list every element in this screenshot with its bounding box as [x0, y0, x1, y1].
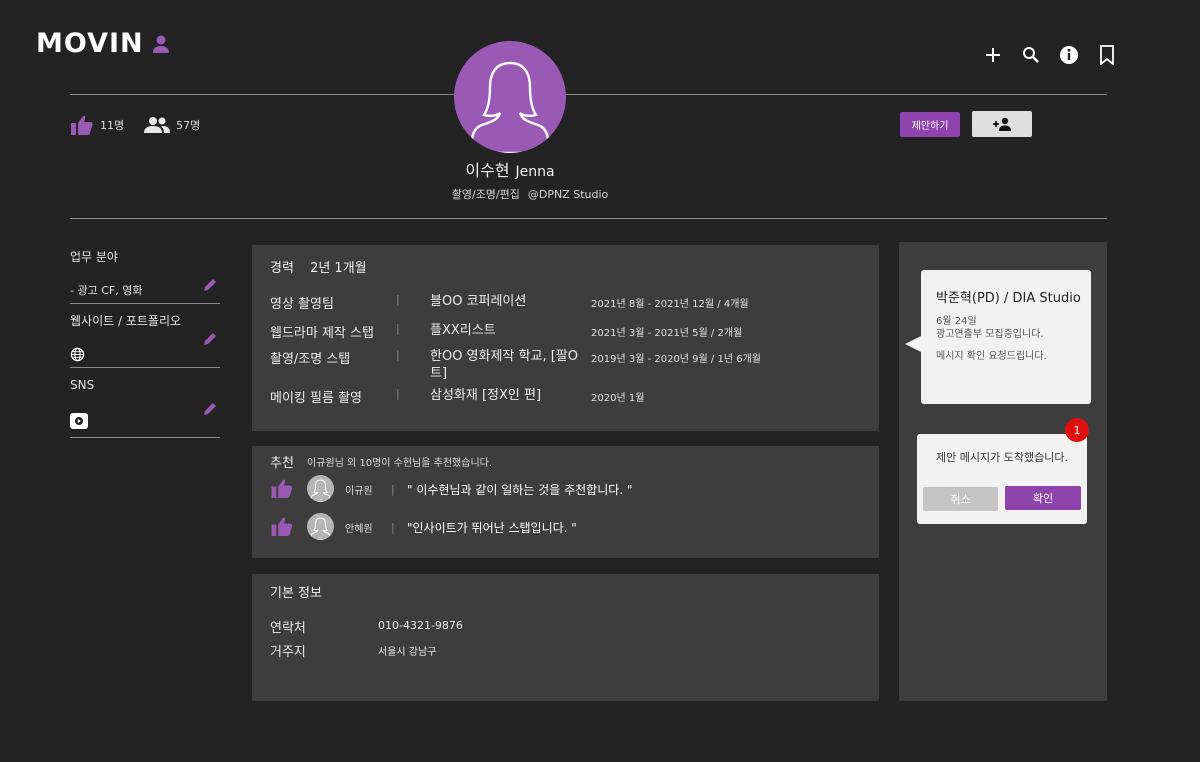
career-company: 한OO 영화제작 학교, [팔O트]	[430, 349, 578, 381]
thumbs-up-icon[interactable]	[270, 478, 294, 499]
profile-roles: 촬영/조명/편집	[451, 188, 520, 201]
work-field-row: - 광고 CF, 영화	[70, 277, 220, 304]
people-icon	[144, 117, 171, 133]
career-title: 경력 2년 1개월	[270, 257, 367, 276]
followers-stat[interactable]: 57명	[144, 116, 200, 134]
person-silhouette-icon	[470, 61, 550, 153]
pencil-icon[interactable]	[202, 331, 218, 347]
basic-info-panel: 기본 정보 연락처 010-4321-9876 거주지 서울시 강남구	[252, 574, 879, 701]
basic-info-title: 기본 정보	[270, 586, 322, 601]
divider	[70, 94, 1107, 95]
career-period: 2021년 8월 - 2021년 12월 / 4개월	[591, 299, 749, 310]
contact-row: 연락처 010-4321-9876	[270, 617, 463, 636]
avatar	[307, 475, 334, 502]
profile-avatar	[454, 41, 566, 153]
message-line: 광고연출부 모집중입니다.	[936, 329, 1044, 340]
career-period: 2021년 3월 - 2021년 5월 / 2개월	[591, 328, 743, 339]
person-silhouette-icon	[310, 479, 331, 502]
profile-stats: 11명 57명	[70, 114, 200, 136]
career-company: 삼성화재 [정X인 편]	[430, 388, 542, 403]
recommend-row: 안혜원 | "인사이트가 뛰어난 스탭입니다. "	[270, 513, 870, 541]
recommend-summary: 이규원님 외 10명이 수현님을 추천했습니다.	[307, 458, 493, 469]
website-row	[70, 333, 220, 368]
separator: |	[396, 348, 400, 361]
person-silhouette-icon	[310, 517, 331, 540]
thumbs-up-icon[interactable]	[270, 516, 294, 537]
recommender-name[interactable]: 안혜원	[345, 520, 373, 535]
recommend-panel: 추천 이규원님 외 10명이 수현님을 추천했습니다. 이규원 | " 이수현님…	[252, 446, 879, 558]
career-company: 플XX리스트	[430, 323, 496, 338]
globe-icon[interactable]	[70, 347, 85, 362]
career-total: 2년 1개월	[310, 261, 367, 276]
career-role: 웹드라마 제작 스탭	[270, 326, 374, 341]
profile-subtitle: 촬영/조명/편집 @DPNZ Studio	[380, 186, 680, 202]
avatar	[307, 513, 334, 540]
profile-studio: @DPNZ Studio	[527, 188, 609, 201]
recommend-title: 추천	[270, 456, 294, 471]
plus-icon[interactable]	[982, 44, 1004, 66]
separator: |	[396, 293, 400, 306]
pencil-icon[interactable]	[202, 277, 218, 293]
followers-count: 57명	[176, 119, 201, 132]
recommend-quote: " 이수현님과 같이 일하는 것을 추천합니다. "	[407, 483, 633, 497]
thumbs-up-icon	[71, 115, 93, 135]
name-korean: 이수현	[465, 161, 510, 180]
career-panel: 경력 2년 1개월 영상 촬영팀 | 블OO 코퍼레이션 2021년 8월 - …	[252, 245, 879, 431]
user-icon	[152, 35, 169, 53]
confirm-button[interactable]: 확인	[1005, 486, 1081, 510]
name-english: Jenna	[515, 164, 555, 180]
youtube-icon[interactable]	[70, 412, 88, 429]
separator: |	[391, 483, 395, 496]
add-friend-button[interactable]	[972, 111, 1032, 137]
person-add-icon	[993, 117, 1011, 131]
recommend-quote: "인사이트가 뛰어난 스탭입니다. "	[407, 521, 577, 535]
card-pointer	[905, 336, 921, 352]
website-title: 웹사이트 / 포트폴리오	[70, 314, 182, 328]
work-field-title: 업무 분야	[70, 250, 118, 264]
recommend-row: 이규원 | " 이수현님과 같이 일하는 것을 추천합니다. "	[270, 475, 870, 503]
likes-stat[interactable]: 11명	[70, 114, 124, 136]
app-logo[interactable]: MOVIN	[36, 28, 170, 59]
profile-name: 이수현 Jenna	[400, 157, 620, 181]
propose-button[interactable]: 제안하기	[900, 112, 960, 137]
career-period: 2020년 1월	[591, 393, 645, 404]
separator: |	[396, 387, 400, 400]
notification-dialog: 제안 메시지가 도착했습니다. 취소 확인	[917, 434, 1087, 524]
career-label: 경력	[270, 261, 294, 276]
separator: |	[391, 521, 395, 534]
search-icon[interactable]	[1020, 44, 1042, 66]
separator: |	[396, 322, 400, 335]
bookmark-icon[interactable]	[1096, 44, 1118, 66]
career-role: 촬영/조명 스탭	[270, 352, 351, 367]
career-period: 2019년 3월 - 2020년 9월 / 1년 6개월	[591, 354, 761, 365]
top-toolbar	[982, 44, 1118, 66]
contact-label: 연락처	[270, 621, 306, 636]
likes-count: 11명	[100, 119, 125, 132]
sns-row	[70, 401, 220, 438]
notification-badge: 1	[1065, 418, 1089, 442]
logo-text: MOVIN	[36, 28, 144, 59]
address-row: 거주지 서울시 강남구	[270, 641, 436, 660]
career-company: 블OO 코퍼레이션	[430, 294, 527, 309]
message-sender: 박준혁(PD) / DIA Studio	[936, 291, 1081, 306]
work-field-value: - 광고 CF, 영화	[70, 284, 143, 297]
divider	[70, 218, 1107, 219]
recommender-name[interactable]: 이규원	[345, 482, 373, 497]
address-value: 서울시 강남구	[378, 647, 437, 658]
info-icon[interactable]	[1058, 44, 1080, 66]
cancel-button[interactable]: 취소	[923, 487, 998, 511]
message-card[interactable]: 박준혁(PD) / DIA Studio 6월 24일 광고연출부 모집중입니다…	[921, 270, 1091, 404]
address-label: 거주지	[270, 645, 306, 660]
sns-title: SNS	[70, 378, 95, 392]
career-role: 영상 촬영팀	[270, 297, 334, 312]
career-role: 메이킹 필름 촬영	[270, 391, 362, 406]
message-line: 메시지 확인 요청드립니다.	[936, 351, 1047, 362]
pencil-icon[interactable]	[202, 401, 218, 417]
dialog-message: 제안 메시지가 도착했습니다.	[936, 451, 1068, 464]
profile-sidebar: 업무 분야 - 광고 CF, 영화 웹사이트 / 포트폴리오 SNS	[70, 248, 220, 438]
contact-value: 010-4321-9876	[378, 619, 463, 632]
